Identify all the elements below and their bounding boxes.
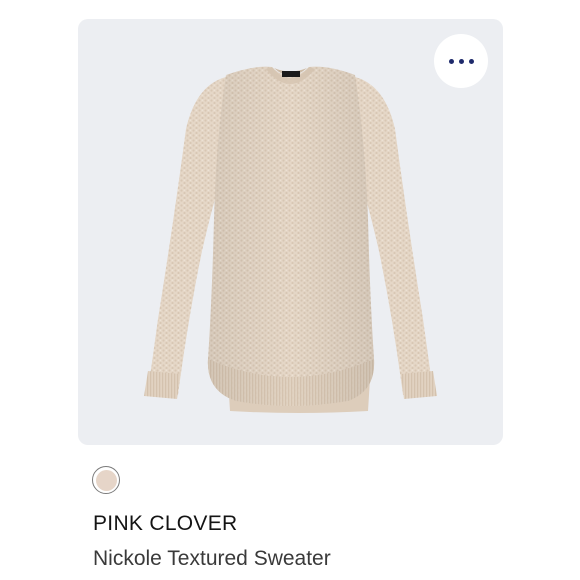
color-swatch[interactable] <box>92 466 120 494</box>
swatch-color-fill <box>95 469 117 491</box>
product-tile: PINK CLOVER Nickole Textured Sweater <box>0 0 580 580</box>
more-dot <box>468 58 474 64</box>
product-image-card[interactable] <box>78 19 503 445</box>
more-dot <box>448 58 454 64</box>
sweater-image <box>144 66 437 413</box>
brand-name: PINK CLOVER <box>93 512 238 535</box>
more-dot <box>458 58 464 64</box>
product-title[interactable]: Nickole Textured Sweater <box>93 547 331 571</box>
more-options-button[interactable] <box>434 34 488 88</box>
